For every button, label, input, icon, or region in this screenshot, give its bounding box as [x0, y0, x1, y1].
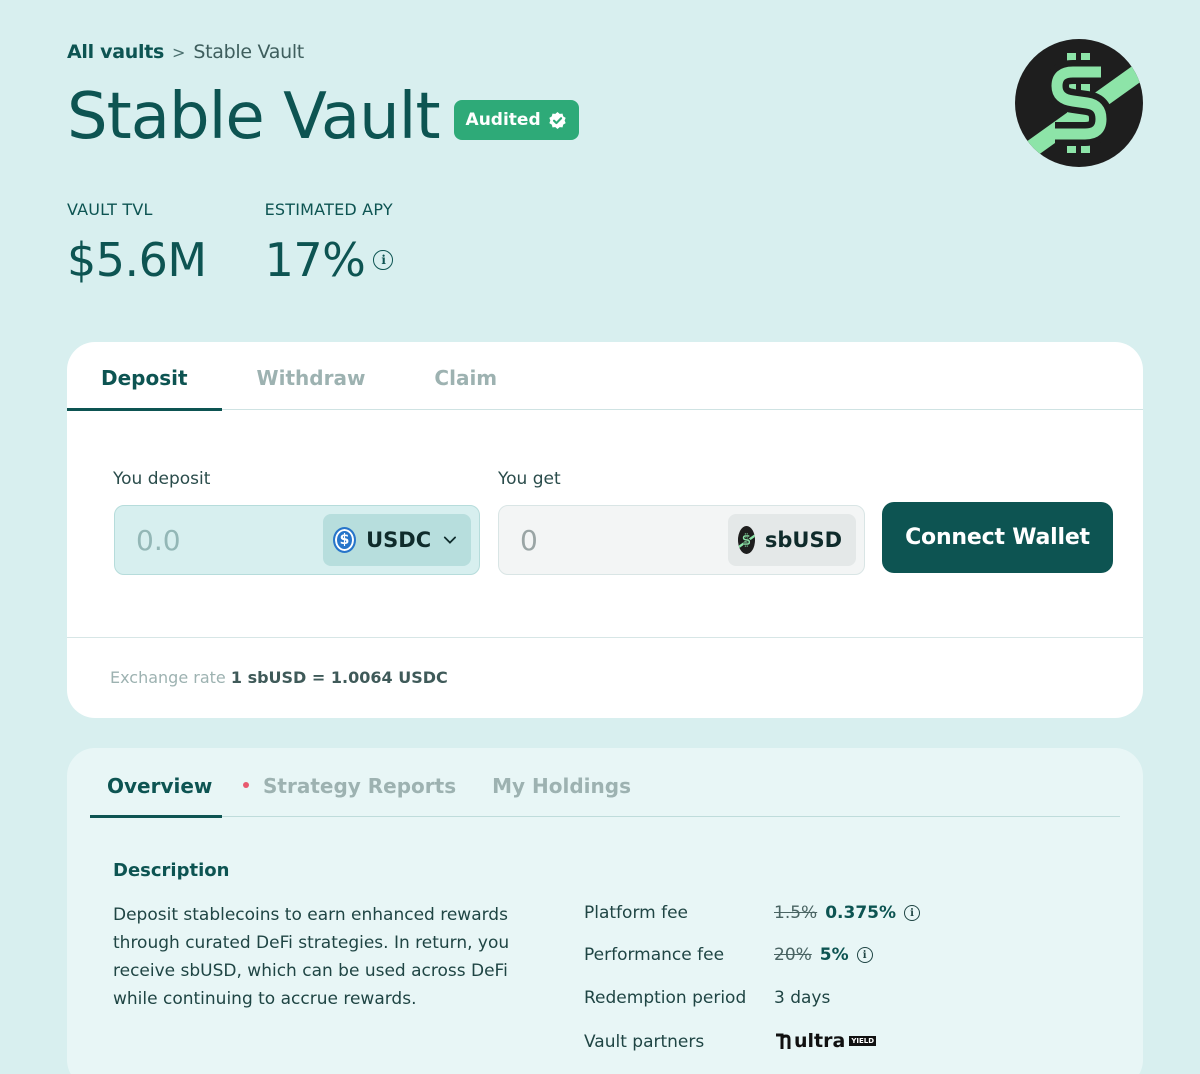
tab-deposit[interactable]: Deposit [67, 342, 222, 411]
breadcrumb-current: Stable Vault [193, 41, 304, 63]
output-token-label: sbUSD [764, 528, 842, 552]
platform-fee-value: 1.5% 0.375% i [774, 903, 921, 923]
vault-partners-label: Vault partners [584, 1032, 705, 1052]
tvl-stat: VAULT TVL $5.6M [67, 200, 207, 287]
tab-strategy-reports-label: Strategy Reports [263, 774, 457, 798]
apy-value: 17% i [265, 233, 394, 287]
ultra-mark-icon [776, 1033, 791, 1049]
breadcrumb-separator: > [171, 42, 186, 62]
exchange-rate: Exchange rate 1 sbUSD = 1.0064 USDC [110, 668, 448, 687]
tab-my-holdings[interactable]: My Holdings [492, 748, 631, 817]
audited-badge: Audited [453, 100, 579, 140]
info-tabs: Overview Strategy Reports My Holdings [90, 748, 1120, 818]
redemption-period-label: Redemption period [584, 988, 747, 1008]
description-heading: Description [113, 860, 230, 881]
ultra-logo-icon[interactable]: ultra YIELD [774, 1030, 877, 1052]
info-icon[interactable]: i [904, 905, 921, 921]
verified-check-icon [548, 111, 566, 129]
deposit-input[interactable]: 0.0 $ USDC [114, 505, 480, 575]
apy-value-text: 17% [264, 233, 366, 287]
token-selector[interactable]: $ USDC [323, 514, 471, 566]
redemption-period-value: 3 days [774, 988, 831, 1008]
chevron-down-icon [443, 536, 457, 544]
deposit-amount[interactable]: 0.0 [136, 524, 323, 557]
description-text: Deposit stablecoins to earn enhanced rew… [113, 905, 510, 1009]
card-divider [67, 637, 1143, 638]
performance-fee-value: 20% 5% i [774, 945, 873, 965]
action-tabs: Deposit Withdraw Claim [67, 342, 1143, 411]
platform-fee-old: 1.5% [774, 903, 818, 923]
audited-badge-label: Audited [465, 110, 541, 130]
partner-name: ultra [794, 1030, 846, 1052]
deposit-label: You deposit [113, 469, 211, 489]
get-amount: 0 [520, 523, 538, 557]
platform-fee-new: 0.375% [825, 903, 897, 923]
breadcrumb-all-vaults-link[interactable]: All vaults [67, 41, 164, 63]
tvl-value-text: $5.6M [67, 233, 207, 287]
apy-stat: ESTIMATED APY 17% i [265, 200, 394, 287]
exchange-rate-label: Exchange rate [110, 668, 226, 687]
breadcrumb: All vaults > Stable Vault [67, 41, 304, 63]
tab-withdraw[interactable]: Withdraw [222, 342, 401, 410]
partner-tag: YIELD [849, 1036, 877, 1046]
performance-fee-new: 5% [819, 945, 849, 965]
dollar-logo-icon [1015, 53, 1143, 167]
tab-overview[interactable]: Overview [90, 748, 222, 818]
info-icon[interactable]: i [373, 250, 394, 270]
vault-logo [1015, 39, 1143, 167]
vault-partners-value: ultra YIELD [774, 1030, 877, 1052]
exchange-rate-value: 1 sbUSD = 1.0064 USDC [230, 668, 448, 687]
tvl-label: VAULT TVL [67, 200, 153, 219]
token-selector-label: USDC [366, 528, 432, 552]
notification-dot [243, 781, 249, 788]
get-label: You get [498, 469, 561, 489]
title-row: Stable Vault Audited [67, 80, 579, 154]
platform-fee-label: Platform fee [584, 903, 689, 923]
tab-strategy-reports[interactable]: Strategy Reports [243, 748, 456, 817]
info-card: Overview Strategy Reports My Holdings De… [67, 748, 1143, 1074]
vault-stats: VAULT TVL $5.6M ESTIMATED APY 17% i [67, 200, 394, 287]
usdc-icon: $ [333, 527, 357, 553]
connect-wallet-button[interactable]: Connect Wallet [882, 502, 1113, 573]
output-token: sbUSD [728, 514, 856, 566]
apy-label: ESTIMATED APY [264, 200, 393, 219]
info-icon[interactable]: i [856, 947, 873, 963]
tvl-value: $5.6M [67, 233, 207, 287]
sbusd-icon [738, 526, 755, 554]
tab-claim[interactable]: Claim [400, 342, 531, 410]
performance-fee-old: 20% [774, 945, 812, 965]
page-title: Stable Vault [67, 80, 441, 154]
deposit-card: Deposit Withdraw Claim You deposit 0.0 $… [67, 342, 1143, 718]
performance-fee-label: Performance fee [584, 945, 725, 965]
get-output: 0 sbUSD [498, 505, 865, 575]
